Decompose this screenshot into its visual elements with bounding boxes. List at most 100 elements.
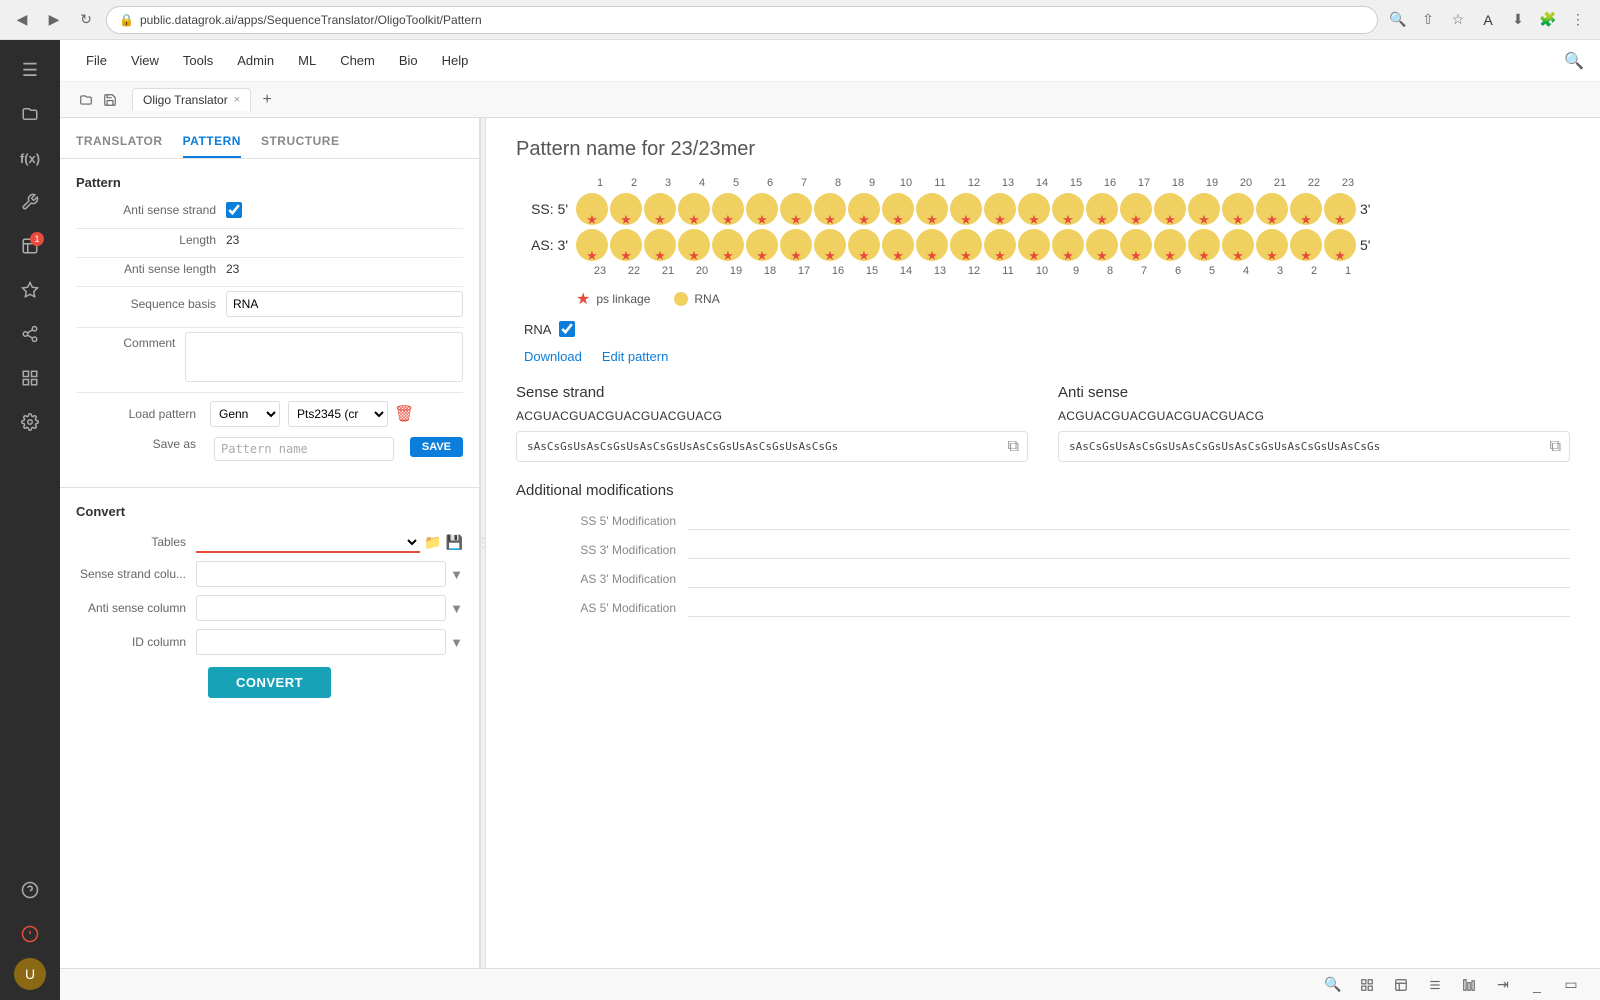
ss-nucleotide-15: ★ [1052, 193, 1084, 225]
share-btn[interactable]: ⇧ [1416, 8, 1440, 32]
save-button[interactable]: SAVE [410, 437, 463, 457]
sense-col-dropdown[interactable] [196, 561, 446, 587]
as-nucleotide-22: ★ [1290, 229, 1322, 261]
sidebar-warning[interactable] [10, 914, 50, 954]
save-as-input[interactable]: Pattern name [214, 437, 394, 461]
tab-save-icon[interactable] [100, 90, 120, 110]
bottom-settings-btn[interactable] [1422, 972, 1448, 998]
convert-button[interactable]: CONVERT [208, 667, 331, 698]
pattern-title: Pattern [76, 175, 463, 190]
anti-copy-btn[interactable]: ⧉ [1550, 438, 1561, 456]
sidebar-share[interactable] [10, 314, 50, 354]
sidebar-function[interactable]: f(x) [10, 138, 50, 178]
menu-item-chem[interactable]: Chem [330, 49, 385, 72]
tab-folder-icon[interactable] [76, 90, 96, 110]
back-button[interactable]: ◀ [10, 8, 34, 32]
bottom-skip-btn[interactable]: ⇥ [1490, 972, 1516, 998]
load-pattern-label: Load pattern [76, 407, 206, 421]
as5-mod-label: AS 5' Modification [516, 601, 676, 615]
as-strand-row: AS: 3' ★★★★★★★★★★★★★★★★★★★★★★★ 5' [516, 229, 1570, 261]
ss-nucleotide-13: ★ [984, 193, 1016, 225]
pts-dropdown[interactable]: Pts2345 (cr [288, 401, 388, 427]
ss-nucleotide-1: ★ [576, 193, 608, 225]
as-nucleotide-20: ★ [1222, 229, 1254, 261]
refresh-button[interactable]: ↻ [74, 8, 98, 32]
sidebar-grid[interactable] [10, 358, 50, 398]
menu-item-bio[interactable]: Bio [389, 49, 428, 72]
browser-chrome: ◀ ▶ ↻ 🔒 public.datagrok.ai/apps/Sequence… [0, 0, 1600, 40]
anti-sense-sequence: ACGUACGUACGUACGUACGUACG [1058, 409, 1570, 423]
ss3-mod-input[interactable] [688, 540, 1570, 559]
user-avatar[interactable]: U [14, 958, 46, 990]
sidebar-star[interactable] [10, 270, 50, 310]
sidebar-table[interactable]: 1 [10, 226, 50, 266]
app-container: ☰ f(x) 1 U [0, 40, 1600, 1000]
antisense-col-label: Anti sense column [76, 601, 196, 615]
bottom-search-btn[interactable]: 🔍 [1320, 972, 1346, 998]
rna-checkbox[interactable] [559, 321, 575, 337]
star-icon: ★ [576, 289, 590, 309]
sidebar-wrench[interactable] [10, 182, 50, 222]
menu-btn[interactable]: ⋮ [1566, 8, 1590, 32]
antisense-col-dropdown[interactable] [196, 595, 446, 621]
oligo-translator-tab[interactable]: Oligo Translator × [132, 88, 251, 111]
tables-folder-icon[interactable]: 📁 [424, 534, 441, 551]
sense-strand-modified: sAsCsGsUsAsCsGsUsAsCsGsUsAsCsGsUsAsCsGsU… [527, 440, 1017, 453]
tab-pattern[interactable]: PATTERN [183, 126, 241, 158]
bottom-window-btn[interactable]: ▭ [1558, 972, 1584, 998]
menu-search-icon[interactable]: 🔍 [1564, 51, 1584, 71]
address-bar[interactable]: 🔒 public.datagrok.ai/apps/SequenceTransl… [106, 6, 1378, 34]
menu-item-file[interactable]: File [76, 49, 117, 72]
seq-basis-dropdown[interactable]: RNA DNA [226, 291, 463, 317]
id-col-dropdown[interactable] [196, 629, 446, 655]
lock-icon: 🔒 [119, 13, 134, 27]
pattern-viz-title: Pattern name for 23/23mer [516, 138, 1570, 161]
load-pattern-row: Load pattern Genn Pts2345 (cr 🗑 [76, 401, 463, 427]
delete-pattern-btn[interactable]: 🗑 [394, 404, 414, 424]
menu-item-help[interactable]: Help [432, 49, 479, 72]
browser-actions: 🔍 ⇧ ☆ A ⬇ 🧩 ⋮ [1386, 8, 1590, 32]
sidebar-settings[interactable] [10, 402, 50, 442]
search-browser-btn[interactable]: 🔍 [1386, 8, 1410, 32]
tab-translator[interactable]: TRANSLATOR [76, 126, 163, 158]
rna-row: RNA [516, 321, 1570, 337]
sidebar-hamburger[interactable]: ☰ [10, 50, 50, 90]
forward-button[interactable]: ▶ [42, 8, 66, 32]
tables-icons: 📁 💾 [424, 534, 463, 551]
as5-mod-input[interactable] [688, 598, 1570, 617]
ss-nucleotides: ★★★★★★★★★★★★★★★★★★★★★★★ [576, 193, 1356, 225]
menu-item-ml[interactable]: ML [288, 49, 326, 72]
download-btn[interactable]: ⬇ [1506, 8, 1530, 32]
as-length-value: 23 [226, 262, 463, 276]
bottom-terminal-btn[interactable]: _ [1524, 972, 1550, 998]
add-mods-title: Additional modifications [516, 482, 1570, 499]
as3-mod-input[interactable] [688, 569, 1570, 588]
comment-textarea[interactable] [185, 332, 463, 382]
edit-pattern-link[interactable]: Edit pattern [602, 349, 669, 364]
add-tab-btn[interactable]: + [255, 88, 279, 112]
sidebar-folder[interactable] [10, 94, 50, 134]
menu-item-tools[interactable]: Tools [173, 49, 223, 72]
ss-nucleotide-19: ★ [1188, 193, 1220, 225]
tab-close-btn[interactable]: × [234, 94, 240, 106]
bottom-bar-btn[interactable] [1456, 972, 1482, 998]
ss-nucleotide-2: ★ [610, 193, 642, 225]
download-link[interactable]: Download [524, 349, 582, 364]
tab-structure[interactable]: STRUCTURE [261, 126, 340, 158]
menu-item-admin[interactable]: Admin [227, 49, 284, 72]
bottom-grid-btn[interactable] [1354, 972, 1380, 998]
sidebar-help[interactable] [10, 870, 50, 910]
bookmark-btn[interactable]: ☆ [1446, 8, 1470, 32]
extensions-btn[interactable]: 🧩 [1536, 8, 1560, 32]
length-value: 23 [226, 233, 463, 247]
sense-copy-btn[interactable]: ⧉ [1008, 438, 1019, 456]
menu-item-view[interactable]: View [121, 49, 169, 72]
profile-btn[interactable]: A [1476, 8, 1500, 32]
ss5-mod-input[interactable] [688, 511, 1570, 530]
tables-dropdown[interactable] [196, 531, 420, 553]
anti-sense-checkbox[interactable] [226, 202, 242, 218]
genn-dropdown[interactable]: Genn [210, 401, 280, 427]
tables-save-icon[interactable]: 💾 [446, 534, 463, 551]
menu-bar: File View Tools Admin ML Chem Bio Help 🔍 [60, 40, 1600, 82]
bottom-table-btn[interactable] [1388, 972, 1414, 998]
